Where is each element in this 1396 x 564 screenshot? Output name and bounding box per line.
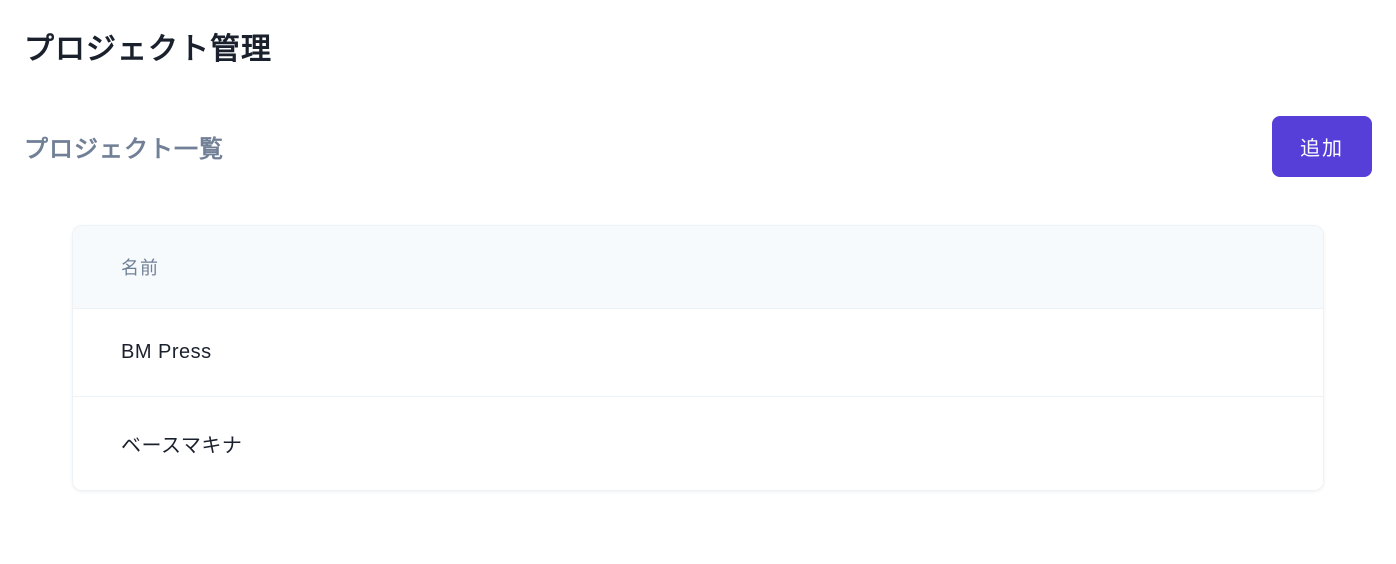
page-title: プロジェクト管理 (24, 24, 1372, 68)
table-header: 名前 (73, 226, 1323, 308)
table-header-name: 名前 (121, 254, 1275, 280)
table-row[interactable]: ベースマキナ (73, 396, 1323, 490)
table-cell-name: BM Press (121, 341, 1275, 364)
table-cell-name: ベースマキナ (121, 429, 1275, 458)
section-title: プロジェクト一覧 (24, 129, 224, 164)
section-header: プロジェクト一覧 追加 (24, 116, 1372, 177)
table-row[interactable]: BM Press (73, 308, 1323, 396)
project-table: 名前 BM Press ベースマキナ (72, 225, 1324, 491)
add-button[interactable]: 追加 (1272, 116, 1372, 177)
